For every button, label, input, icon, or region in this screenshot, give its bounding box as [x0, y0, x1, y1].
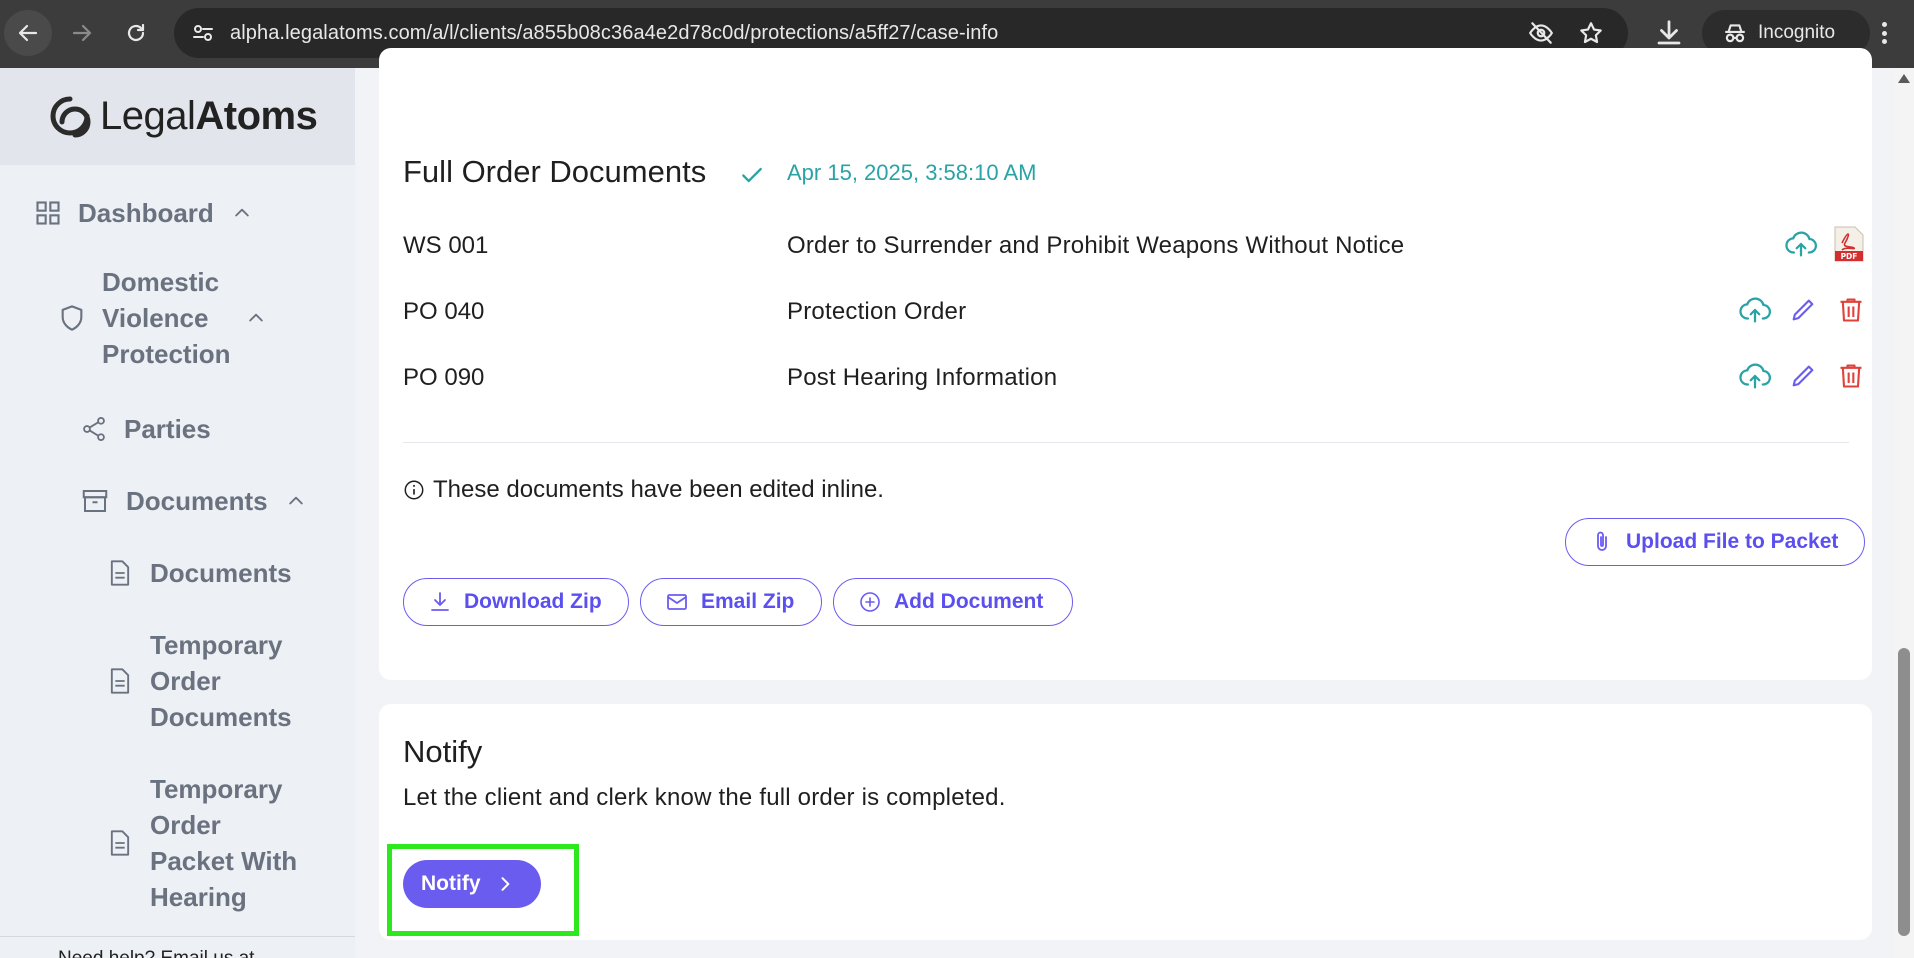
reload-button[interactable] — [112, 10, 160, 56]
section-title: Full Order Documents — [403, 154, 707, 189]
sidebar-item-label: Temporary Order Packet With Hearing — [150, 774, 298, 912]
site-settings-icon[interactable] — [188, 18, 218, 48]
email-zip-button[interactable]: Email Zip — [640, 578, 822, 626]
section-divider — [403, 442, 1849, 443]
chevron-right-icon — [501, 877, 509, 891]
completed-timestamp: Apr 15, 2025, 3:58:10 AM — [787, 160, 1037, 185]
cloud-upload-icon — [1739, 363, 1772, 389]
notify-card: Notify Let the client and clerk know the… — [379, 704, 1872, 940]
document-name[interactable]: Order to Surrender and Prohibit Weapons … — [787, 232, 1404, 260]
sidebar-item-dashboard[interactable]: Dashboard — [34, 195, 252, 231]
sidebar-item-label: Documents — [126, 486, 268, 516]
full-order-documents-card: Full Order Documents Apr 15, 2025, 3:58:… — [379, 124, 1914, 680]
paperclip-icon — [1597, 531, 1607, 551]
document-row-po040: PO 040 Protection Order — [403, 288, 1862, 338]
notify-title: Notify — [403, 734, 483, 769]
reload-icon — [127, 23, 145, 42]
inline-edit-notice: These documents have been edited inline. — [403, 476, 884, 504]
pencil-icon — [1792, 365, 1814, 387]
share-icon — [83, 416, 105, 442]
document-code: PO 040 — [403, 298, 485, 325]
edit-button[interactable] — [1785, 358, 1821, 394]
logo-text: LegalAtoms — [100, 94, 318, 138]
svg-text:PDF: PDF — [1841, 252, 1858, 261]
browser-menu-button[interactable] — [1872, 18, 1896, 48]
legalatoms-logo-icon — [50, 96, 91, 137]
scroll-thumb[interactable] — [1898, 648, 1910, 936]
arrow-left-icon — [18, 24, 38, 42]
document-name[interactable]: Protection Order — [787, 298, 966, 326]
eye-off-icon[interactable] — [1528, 20, 1554, 46]
url-text[interactable]: alpha.legalatoms.com/a/l/clients/a855b08… — [230, 22, 998, 45]
add-document-button[interactable]: Add Document — [833, 578, 1073, 626]
download-icon[interactable] — [1654, 18, 1684, 48]
chevron-up-icon — [249, 313, 263, 322]
back-button[interactable] — [4, 10, 52, 56]
document-row-ws001: WS 001 Order to Surrender and Prohibit W… — [403, 222, 1864, 272]
star-icon[interactable] — [1578, 20, 1604, 46]
shield-icon — [61, 305, 83, 331]
upload-cloud-button[interactable] — [1783, 226, 1819, 262]
page-scrollbar[interactable] — [1894, 68, 1914, 958]
upload-cloud-button[interactable] — [1737, 358, 1773, 394]
delete-button[interactable] — [1833, 358, 1869, 394]
document-code: PO 090 — [403, 364, 485, 391]
sidebar-item-domestic-violence-protection[interactable]: Domestic Violence Protection — [58, 264, 308, 372]
notify-button[interactable]: Notify — [403, 860, 541, 908]
sidebar-item-temporary-order-packet[interactable]: Temporary Order Packet With Hearing — [106, 771, 326, 915]
upload-file-to-packet-button[interactable]: Upload File to Packet — [1565, 518, 1865, 566]
file-icon — [110, 560, 130, 586]
chevron-up-icon — [288, 496, 303, 505]
download-zip-button[interactable]: Download Zip — [403, 578, 629, 626]
sidebar-item-label: Domestic Violence Protection — [102, 267, 231, 369]
pencil-icon — [1792, 299, 1814, 321]
sidebar-item-label: Temporary Order Documents — [150, 630, 292, 732]
sidebar-item-parties[interactable]: Parties — [80, 411, 211, 447]
pdf-file-icon: PDF — [1834, 226, 1864, 262]
sidebar-item-label: Documents — [150, 558, 292, 588]
sidebar-divider — [0, 936, 355, 937]
download-icon — [431, 592, 449, 611]
sidebar-item-documents[interactable]: Documents — [106, 555, 292, 591]
notice-text: These documents have been edited inline. — [433, 476, 884, 503]
sidebar-item-documents-group[interactable]: Documents — [80, 483, 306, 519]
chevron-up-icon — [235, 208, 249, 217]
trash-icon — [1840, 364, 1862, 388]
scroll-up-arrow-icon[interactable] — [1898, 74, 1910, 83]
logo[interactable]: LegalAtoms — [0, 68, 355, 165]
arrow-right-icon — [72, 24, 92, 42]
file-icon — [110, 830, 130, 856]
help-text: Need help? Email us at — [58, 948, 254, 958]
sidebar: LegalAtoms Dashboard Domestic Violence P… — [0, 68, 355, 958]
profile-label: Incognito — [1758, 22, 1836, 43]
document-code: WS 001 — [403, 232, 489, 259]
sidebar-item-temporary-order-documents[interactable]: Temporary Order Documents — [106, 627, 306, 735]
document-row-po090: PO 090 Post Hearing Information — [403, 354, 1862, 404]
trash-icon — [1840, 298, 1862, 322]
archive-icon — [82, 490, 108, 512]
sidebar-item-label: Dashboard — [78, 198, 214, 228]
notify-description: Let the client and clerk know the full o… — [403, 784, 1006, 811]
grid-icon — [36, 201, 60, 225]
forward-button[interactable] — [58, 10, 106, 56]
delete-button[interactable] — [1833, 292, 1869, 328]
envelope-icon — [667, 594, 687, 610]
upload-cloud-button[interactable] — [1737, 292, 1773, 328]
cloud-upload-icon — [1785, 231, 1818, 257]
cloud-upload-icon — [1739, 297, 1772, 323]
main-content: Full Order Documents Apr 15, 2025, 3:58:… — [355, 48, 1914, 958]
file-icon — [110, 668, 130, 694]
check-icon — [742, 167, 762, 183]
sidebar-item-label: Parties — [124, 414, 211, 444]
incognito-icon — [1725, 24, 1745, 43]
plus-circle-icon — [860, 592, 880, 612]
info-icon — [404, 480, 424, 500]
document-name[interactable]: Post Hearing Information — [787, 364, 1057, 392]
edit-button[interactable] — [1785, 292, 1821, 328]
pdf-download-button[interactable]: PDF — [1831, 226, 1867, 262]
